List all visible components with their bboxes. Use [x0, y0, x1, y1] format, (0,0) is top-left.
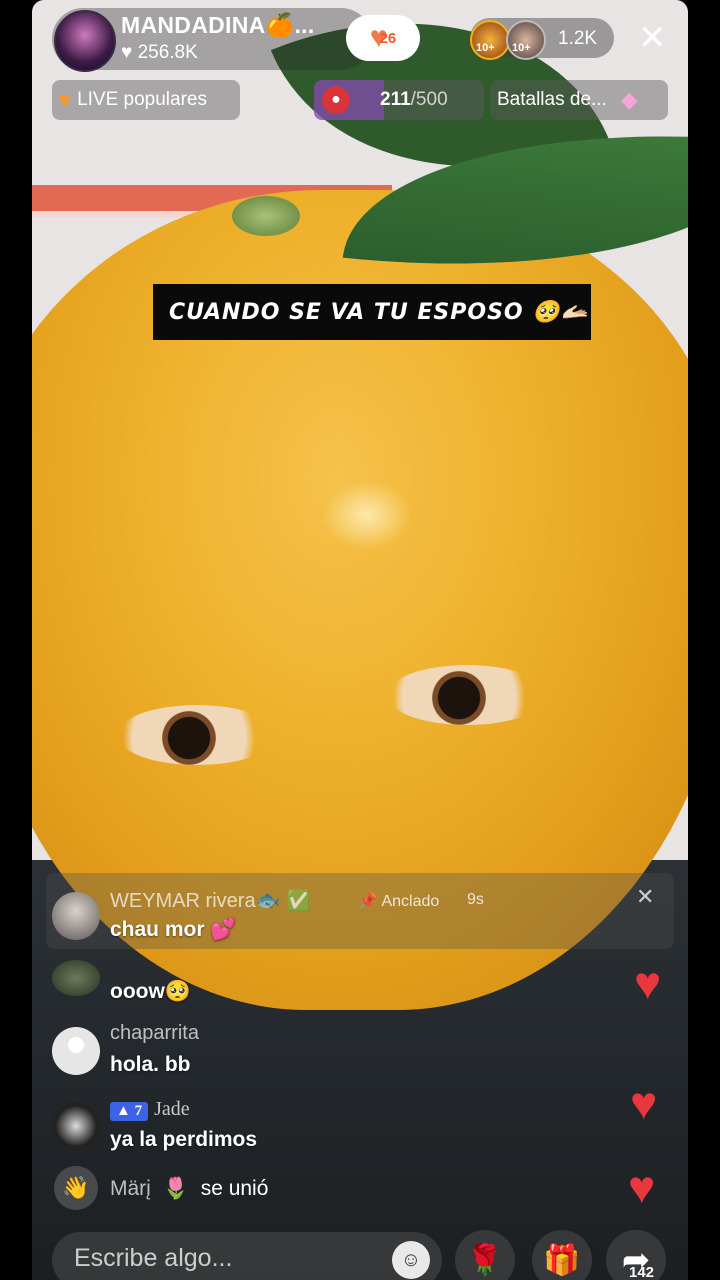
live-popular-button[interactable]: ♥ LIVE populares — [52, 80, 240, 120]
commenter-avatar[interactable] — [52, 1102, 100, 1150]
comment-text: ya la perdimos — [110, 1128, 258, 1151]
pinned-time: 9s — [467, 891, 484, 908]
gift-icon: 🎁 — [543, 1243, 581, 1277]
video-caption: CUANDO SE VA TU ESPOSO 🥺🫴🏻 — [153, 284, 591, 340]
default-avatar-icon — [68, 1037, 84, 1053]
orange-highlight — [322, 480, 412, 550]
viewer-avatar[interactable]: 10+ — [506, 20, 546, 60]
goal-total: /500 — [410, 89, 448, 110]
commenter-avatar[interactable] — [52, 960, 100, 996]
close-icon[interactable]: ✕ — [636, 884, 654, 910]
host-name: MANDADINA🍊... — [121, 12, 315, 38]
rose-icon: 🌹 — [466, 1243, 504, 1277]
left-eye — [117, 705, 277, 765]
diamond-icon: ◆ — [620, 87, 638, 112]
level-badge: ▲ 7 — [110, 1102, 149, 1121]
commenter-name[interactable]: ▲ 7 Jade — [110, 1098, 190, 1121]
commenter-name[interactable]: WEYMAR rivera🐟 ✅ — [110, 888, 311, 913]
comment-text: chau mor 💕 — [110, 918, 237, 941]
triangle-icon: ▲ — [116, 1103, 131, 1119]
host-avatar[interactable] — [54, 10, 116, 72]
wave-icon: 👋 — [62, 1175, 90, 1200]
battles-button[interactable]: Batallas de... ◆ — [490, 80, 668, 120]
floating-heart-icon: ♥ — [628, 1161, 656, 1213]
orange-stem — [232, 196, 300, 236]
commenter-name[interactable]: chaparrita — [110, 1022, 199, 1045]
follow-button[interactable]: ♥ 26 — [346, 15, 420, 61]
host-likes: ♥ 256.8K — [121, 42, 198, 63]
commenter-avatar[interactable] — [52, 892, 100, 940]
emoji-icon[interactable]: ☺ — [392, 1241, 430, 1279]
commenter-avatar[interactable] — [52, 1027, 100, 1075]
heart-icon: ♥ — [58, 87, 72, 112]
comment-input-placeholder[interactable]: Escribe algo... — [74, 1244, 232, 1273]
join-avatar: 👋 — [54, 1166, 98, 1210]
floating-heart-icon: ♥ — [634, 957, 662, 1009]
gift-goal[interactable]: ● 211 /500 — [314, 80, 484, 120]
heart-icon: ♥ — [121, 42, 133, 63]
right-eye — [387, 665, 547, 725]
comment-text: hola. bb — [110, 1053, 191, 1076]
close-icon[interactable]: ✕ — [638, 18, 667, 58]
live-stream-view: MANDADINA🍊... ♥ 256.8K ♥ 26 10+ 10+ 1.2K… — [32, 0, 688, 1280]
comment-text: ooow🥺 — [110, 980, 191, 1003]
viewer-count[interactable]: 1.2K — [558, 28, 597, 50]
join-message: Märį 🌷 se unió — [110, 1177, 269, 1200]
viewer-avatar[interactable]: 10+ — [470, 20, 510, 60]
pin-icon: 📌 — [358, 893, 378, 910]
share-count: 142 — [629, 1264, 655, 1280]
floating-heart-icon: ♥ — [630, 1077, 658, 1129]
pinned-label: 📌 Anclado — [358, 893, 440, 910]
goal-gift-icon: ● — [322, 86, 350, 114]
tulip-icon: 🌷 — [162, 1177, 189, 1200]
goal-current: 211 — [380, 89, 411, 110]
